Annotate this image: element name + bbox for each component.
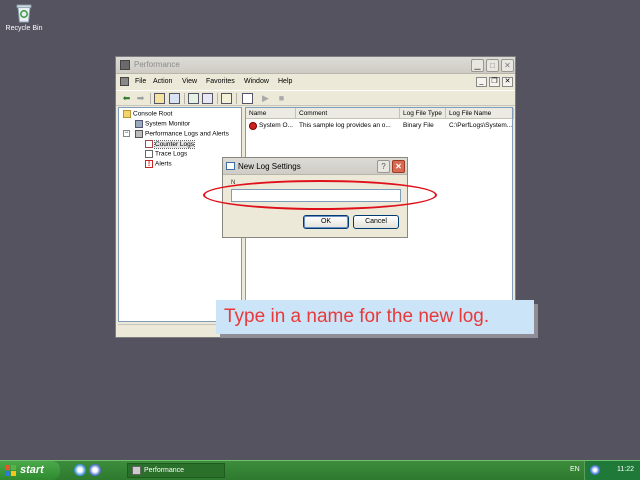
- tree-logs-and-alerts[interactable]: Performance Logs and Alerts: [135, 130, 229, 138]
- system-tray: 11:22: [584, 461, 640, 480]
- maximize-button[interactable]: □: [486, 59, 499, 72]
- collapse-toggle[interactable]: −: [123, 130, 130, 137]
- monitor-icon: [135, 120, 143, 128]
- back-arrow-icon[interactable]: ⬅: [121, 93, 132, 104]
- dialog-titlebar[interactable]: New Log Settings ? ✕: [223, 158, 407, 175]
- trace-logs-icon: [145, 150, 153, 158]
- performance-app-icon: [120, 60, 130, 70]
- network-tray-icon[interactable]: [590, 465, 600, 475]
- minimize-button[interactable]: ▁: [471, 59, 484, 72]
- mdi-minimize-button[interactable]: _: [476, 77, 487, 87]
- export-list-icon[interactable]: [202, 93, 213, 104]
- recycle-bin-label: Recycle Bin: [5, 25, 43, 32]
- dialog-title: New Log Settings: [238, 162, 301, 171]
- column-header-name[interactable]: Name: [246, 108, 296, 119]
- tutorial-caption: Type in a name for the new log.: [216, 300, 534, 334]
- highlight-ellipse: [203, 180, 437, 210]
- row-file: C:\PerfLogs\System...: [449, 122, 513, 129]
- logs-icon: [135, 130, 143, 138]
- list-header: Name Comment Log File Type Log File Name: [246, 108, 514, 119]
- row-comment: This sample log provides an o...: [299, 122, 391, 129]
- close-button[interactable]: ✕: [501, 59, 514, 72]
- menu-view[interactable]: View: [182, 78, 197, 85]
- menu-window[interactable]: Window: [244, 78, 269, 85]
- taskbar: start Performance EN 11:22: [0, 460, 640, 480]
- menu-favorites[interactable]: Favorites: [206, 78, 235, 85]
- toolbar: ⬅ ➡ ▶ ■: [116, 90, 515, 106]
- tree-alerts[interactable]: ! Alerts: [145, 160, 172, 168]
- row-name: System O...: [259, 122, 293, 129]
- mdi-close-button[interactable]: ✕: [502, 77, 513, 87]
- windows-flag-icon: [5, 465, 16, 476]
- stop-log-icon[interactable]: ■: [276, 93, 287, 104]
- tree-system-monitor[interactable]: System Monitor: [135, 120, 190, 128]
- ok-button[interactable]: OK: [303, 215, 349, 229]
- performance-task-icon: [132, 466, 141, 475]
- menu-bar: File Action View Favorites Window Help: [116, 75, 515, 89]
- recycle-bin-icon: [14, 2, 34, 24]
- column-header-comment[interactable]: Comment: [296, 108, 400, 119]
- help-button[interactable]: ?: [377, 160, 390, 173]
- language-indicator[interactable]: EN: [570, 466, 580, 473]
- quicklaunch-ie-icon[interactable]: [74, 464, 86, 476]
- column-header-type[interactable]: Log File Type: [400, 108, 446, 119]
- start-button[interactable]: start: [0, 461, 60, 480]
- taskbar-item-performance[interactable]: Performance: [127, 463, 225, 478]
- help-book-icon[interactable]: [221, 93, 232, 104]
- tree-trace-logs[interactable]: Trace Logs: [145, 150, 187, 158]
- menu-help[interactable]: Help: [278, 78, 292, 85]
- window-title: Performance: [134, 60, 180, 69]
- dialog-close-button[interactable]: ✕: [392, 160, 405, 173]
- start-label: start: [20, 464, 44, 476]
- start-log-icon[interactable]: ▶: [260, 93, 271, 104]
- new-log-icon[interactable]: [242, 93, 253, 104]
- mdi-restore-button[interactable]: ❐: [489, 77, 500, 87]
- row-type: Binary File: [403, 122, 434, 129]
- counter-logs-icon: [145, 140, 153, 148]
- quicklaunch-media-icon[interactable]: [89, 464, 101, 476]
- refresh-icon[interactable]: [188, 93, 199, 104]
- console-icon: [120, 77, 129, 86]
- dialog-icon: [226, 162, 235, 170]
- menu-file[interactable]: File: [135, 78, 146, 85]
- up-folder-icon[interactable]: [154, 93, 165, 104]
- taskbar-item-label: Performance: [144, 467, 185, 474]
- forward-arrow-icon[interactable]: ➡: [135, 93, 146, 104]
- menu-action[interactable]: Action: [153, 78, 172, 85]
- recycle-bin[interactable]: Recycle Bin: [4, 2, 44, 32]
- show-tree-icon[interactable]: [169, 93, 180, 104]
- tree-console-root[interactable]: Console Root: [123, 110, 172, 118]
- window-titlebar[interactable]: Performance ▁ □ ✕: [116, 57, 515, 74]
- column-header-file[interactable]: Log File Name: [446, 108, 514, 119]
- clock[interactable]: 11:22: [617, 466, 634, 473]
- alert-icon: !: [145, 160, 153, 168]
- tree-counter-logs[interactable]: Counter Logs: [145, 139, 196, 149]
- cancel-button[interactable]: Cancel: [353, 215, 399, 229]
- folder-icon: [123, 110, 131, 118]
